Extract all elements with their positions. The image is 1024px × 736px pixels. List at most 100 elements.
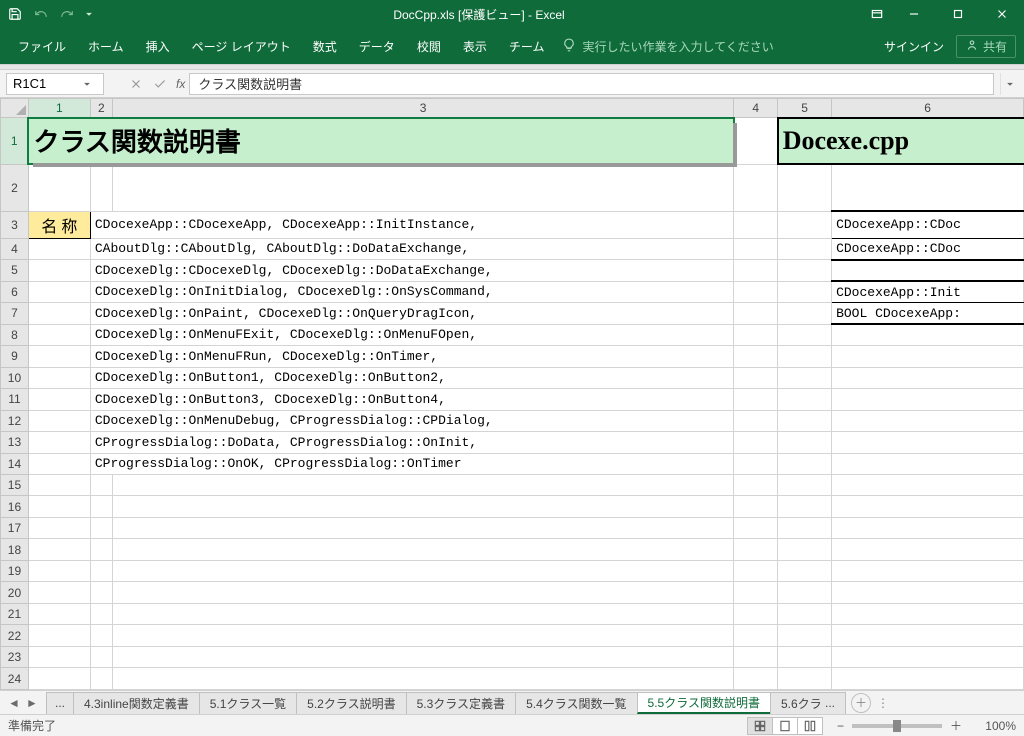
cancel-icon[interactable] [124,73,148,95]
cell[interactable] [778,668,832,690]
sheet-menu-icon[interactable]: ⋮ [877,696,891,710]
row-header-10[interactable]: 10 [1,367,29,388]
col-header-1[interactable]: 1 [28,99,90,118]
cell[interactable] [832,582,1024,603]
sheet-nav-next-icon[interactable]: ► [24,695,40,711]
tab-page-layout[interactable]: ページ レイアウト [182,34,301,59]
tell-me[interactable]: 実行したい作業を入力してください [562,38,773,55]
cell[interactable] [778,582,832,603]
row-header-13[interactable]: 13 [1,432,29,453]
cell-r9c2[interactable]: CDocexeDlg::OnMenuFRun, CDocexeDlg::OnTi… [90,346,733,367]
cell-r5c2[interactable]: CDocexeDlg::CDocexeDlg, CDocexeDlg::DoDa… [90,260,733,281]
cell[interactable] [90,668,112,690]
cell-r14c2[interactable]: CProgressDialog::OnOK, CProgressDialog::… [90,453,733,474]
cell[interactable] [28,389,90,410]
sheet-tab-5[interactable]: 5.4クラス関数一覧 [515,692,637,714]
cell[interactable] [734,432,778,453]
undo-icon[interactable] [30,3,52,25]
cell-r3c6[interactable]: CDocexeApp::CDoc [832,211,1024,238]
tab-formulas[interactable]: 数式 [303,34,347,59]
sign-in[interactable]: サインイン [874,34,954,59]
cell[interactable] [28,582,90,603]
row-header-8[interactable]: 8 [1,324,29,345]
row-header-19[interactable]: 19 [1,560,29,581]
cell-r7c6[interactable]: BOOL CDocexeApp: [832,303,1024,324]
col-header-2[interactable]: 2 [90,99,112,118]
cell[interactable] [778,211,832,238]
cell[interactable] [112,560,733,581]
sheet-tab-4[interactable]: 5.3クラス定義書 [406,692,516,714]
cell[interactable] [832,324,1024,345]
cell-r10c2[interactable]: CDocexeDlg::OnButton1, CDocexeDlg::OnBut… [90,367,733,388]
row-header-4[interactable]: 4 [1,238,29,259]
cell[interactable] [112,646,733,667]
cell[interactable] [778,389,832,410]
save-icon[interactable] [4,3,26,25]
cell-r1c1-title[interactable]: クラス関数説明書 [28,118,733,164]
cell[interactable] [734,517,778,538]
formula-input[interactable]: クラス関数説明書 [189,73,994,95]
view-normal-icon[interactable] [747,717,773,735]
cell-r4c6[interactable]: CDocexeApp::CDoc [832,238,1024,259]
cell[interactable] [778,539,832,560]
row-header-7[interactable]: 7 [1,303,29,324]
spreadsheet-grid[interactable]: 1 2 3 4 5 6 1 クラス関数説明書 Docexe.cpp 2 3 名 … [0,98,1024,690]
row-header-23[interactable]: 23 [1,646,29,667]
cell-r11c2[interactable]: CDocexeDlg::OnButton3, CDocexeDlg::OnBut… [90,389,733,410]
cell[interactable] [778,603,832,624]
cell[interactable] [734,646,778,667]
row-header-17[interactable]: 17 [1,517,29,538]
cell-r13c2[interactable]: CProgressDialog::DoData, CProgressDialog… [90,432,733,453]
cell[interactable] [28,303,90,324]
cell[interactable] [28,346,90,367]
qat-dropdown-icon[interactable] [82,3,96,25]
cell[interactable] [734,582,778,603]
cell[interactable] [90,603,112,624]
cell[interactable] [734,367,778,388]
cell[interactable] [832,410,1024,431]
cell-r8c2[interactable]: CDocexeDlg::OnMenuFExit, CDocexeDlg::OnM… [90,324,733,345]
cell[interactable] [778,281,832,302]
tab-view[interactable]: 表示 [453,34,497,59]
cell[interactable] [832,496,1024,517]
cell[interactable] [112,625,733,646]
cell[interactable] [734,603,778,624]
cell[interactable] [734,324,778,345]
cell[interactable] [90,496,112,517]
cell[interactable] [832,517,1024,538]
cell[interactable] [28,453,90,474]
cell[interactable] [832,646,1024,667]
row-header-20[interactable]: 20 [1,582,29,603]
cell[interactable] [90,625,112,646]
cell[interactable] [28,603,90,624]
tab-team[interactable]: チーム [499,34,555,59]
cell[interactable] [778,453,832,474]
cell[interactable] [28,281,90,302]
share-button[interactable]: 共有 [956,35,1016,58]
cell[interactable] [778,238,832,259]
cell[interactable] [734,281,778,302]
cell[interactable] [734,303,778,324]
cell[interactable] [832,260,1024,281]
cell[interactable] [28,432,90,453]
enter-icon[interactable] [148,73,172,95]
cell[interactable] [832,539,1024,560]
cell[interactable] [28,560,90,581]
cell[interactable] [112,539,733,560]
cell[interactable] [734,539,778,560]
cell[interactable] [778,324,832,345]
cell[interactable] [112,668,733,690]
sheet-tab-7[interactable]: 5.6クラ ... [770,692,846,714]
cell[interactable] [832,668,1024,690]
cell[interactable] [778,260,832,281]
row-header-24[interactable]: 24 [1,668,29,690]
tab-insert[interactable]: 挿入 [136,34,180,59]
cell-r3c1-label[interactable]: 名 称 [28,211,90,238]
ribbon-display-icon[interactable] [862,0,892,28]
tab-review[interactable]: 校閲 [407,34,451,59]
formula-expand-icon[interactable] [1000,73,1018,95]
cell[interactable] [28,410,90,431]
cell[interactable] [778,346,832,367]
row-header-12[interactable]: 12 [1,410,29,431]
cell[interactable] [778,410,832,431]
